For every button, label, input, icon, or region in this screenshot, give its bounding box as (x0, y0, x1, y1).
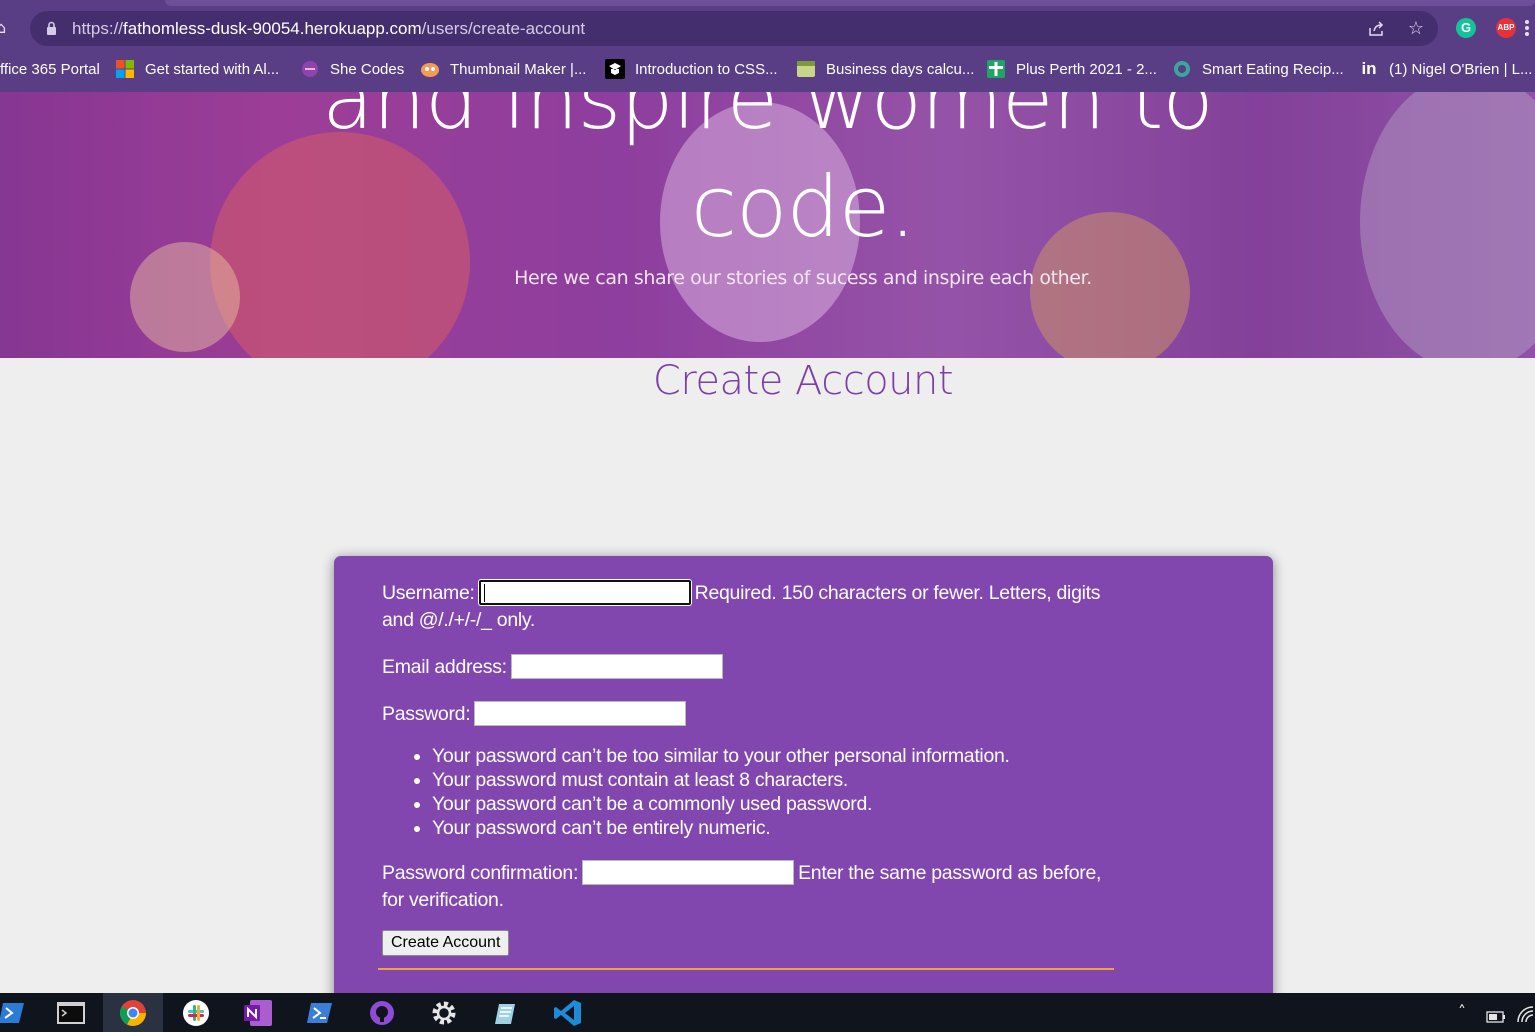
username-label: Username: (382, 582, 475, 604)
password-rule-item: Your password must contain at least 8 ch… (432, 768, 1117, 792)
create-account-button[interactable]: Create Account (382, 930, 510, 956)
url-host: fathomless-dusk-90054.herokuapp.com (123, 19, 422, 38)
menu-icon[interactable] (1524, 18, 1530, 38)
username-row: Username: Required. 150 characters or few… (382, 579, 1117, 634)
bookmark-label: ffice 365 Portal (0, 60, 100, 78)
password-rules-list: Your password can’t be too similar to yo… (432, 744, 1117, 840)
star-icon[interactable]: ☆ (1406, 19, 1426, 39)
bookmark-label: Smart Eating Recip... (1202, 60, 1344, 78)
password-rule-item: Your password can’t be a commonly used p… (432, 792, 1117, 816)
hero-photo-blob (130, 242, 240, 352)
notepad-icon[interactable] (476, 993, 536, 1032)
username-input[interactable] (478, 579, 691, 605)
grammarly-icon[interactable]: G (1456, 18, 1476, 38)
css-intro-icon (605, 59, 625, 79)
email-input[interactable] (510, 653, 723, 679)
password-confirm-row: Password confirmation: Enter the same pas… (382, 859, 1117, 914)
bookmark-item[interactable]: Thumbnail Maker |... (420, 56, 586, 82)
calculator-icon (796, 59, 816, 79)
bookmark-label: (1) Nigel O'Brien | L... (1389, 60, 1533, 78)
terminal-icon[interactable] (41, 993, 101, 1032)
settings-icon[interactable] (414, 993, 474, 1032)
text-caret (483, 583, 485, 602)
create-account-form: Username: Required. 150 characters or few… (334, 556, 1273, 1006)
form-divider (378, 968, 1114, 970)
powershell-icon[interactable] (0, 993, 42, 1032)
recipe-icon (1172, 59, 1192, 79)
hero-heading-line2: code. (690, 158, 916, 256)
taskbar: ˄ (0, 993, 1535, 1032)
password-label: Password: (382, 703, 471, 725)
browser-chrome: ⌂ https://fathomless-dusk-90054.herokuap… (0, 0, 1535, 92)
tab-strip (165, 0, 1535, 6)
url-text[interactable]: https://fathomless-dusk-90054.herokuapp.… (72, 19, 585, 39)
bookmark-label: Get started with Al... (145, 60, 280, 78)
bookmarks-bar: ffice 365 Portal Get started with Al... … (0, 56, 1535, 82)
hero-heading-line1: and inspire women to (322, 92, 1214, 148)
bookmark-label: Business days calcu... (826, 60, 975, 78)
tray-chevron-icon[interactable]: ˄ (1458, 1001, 1466, 1023)
wifi-icon[interactable] (1516, 1005, 1535, 1023)
bookmark-item[interactable]: Introduction to CSS... (605, 56, 778, 82)
linkedin-icon: in (1361, 59, 1377, 78)
adblock-icon[interactable]: ABP (1496, 18, 1516, 38)
bookmark-item[interactable]: Get started with Al... (115, 56, 279, 82)
azure-powershell-icon[interactable] (290, 993, 350, 1032)
address-bar[interactable]: https://fathomless-dusk-90054.herokuapp.… (30, 11, 1438, 46)
page-title: Create Account (652, 358, 954, 404)
github-desktop-icon[interactable] (352, 993, 412, 1032)
battery-icon[interactable] (1486, 1011, 1506, 1023)
thumbnail-maker-icon (420, 59, 440, 79)
hero-banner: and inspire women to code. Here we can s… (0, 92, 1535, 358)
password-rule-item: Your password can’t be too similar to yo… (432, 744, 1117, 768)
hero-subtitle: Here we can share our stories of sucess … (514, 267, 1092, 289)
onenote-icon[interactable] (228, 993, 288, 1032)
slack-icon[interactable] (166, 993, 226, 1032)
email-label: Email address: (382, 656, 507, 678)
vscode-icon[interactable] (538, 993, 598, 1032)
password-rule-item: Your password can’t be entirely numeric. (432, 816, 1117, 840)
password-input[interactable] (474, 700, 687, 726)
bookmark-item[interactable]: She Codes (300, 56, 404, 82)
chrome-icon[interactable] (103, 993, 163, 1032)
bookmark-label: She Codes (330, 60, 405, 78)
email-row: Email address: (382, 653, 1117, 681)
password-confirm-input[interactable] (582, 859, 795, 885)
bookmark-item[interactable]: in (1) Nigel O'Brien | L... (1359, 56, 1532, 82)
share-icon[interactable] (1366, 19, 1386, 39)
bookmark-item[interactable]: ffice 365 Portal (0, 56, 100, 82)
bookmark-item[interactable]: Business days calcu... (796, 56, 974, 82)
bookmark-label: Plus Perth 2021 - 2... (1016, 60, 1157, 78)
bookmark-label: Thumbnail Maker |... (450, 60, 587, 78)
url-path: /users/create-account (421, 19, 586, 38)
url-scheme: https:// (72, 19, 124, 38)
lock-icon[interactable] (46, 21, 57, 35)
microsoft-icon (115, 59, 135, 79)
sheets-icon (986, 59, 1006, 79)
password-confirm-label: Password confirmation: (382, 862, 579, 884)
shecodes-icon (300, 59, 320, 79)
password-row: Password: (382, 700, 1117, 728)
bookmark-item[interactable]: Plus Perth 2021 - 2... (986, 56, 1157, 82)
bookmark-label: Introduction to CSS... (635, 60, 778, 78)
bookmark-item[interactable]: Smart Eating Recip... (1172, 56, 1344, 82)
home-icon[interactable]: ⌂ (0, 18, 10, 38)
